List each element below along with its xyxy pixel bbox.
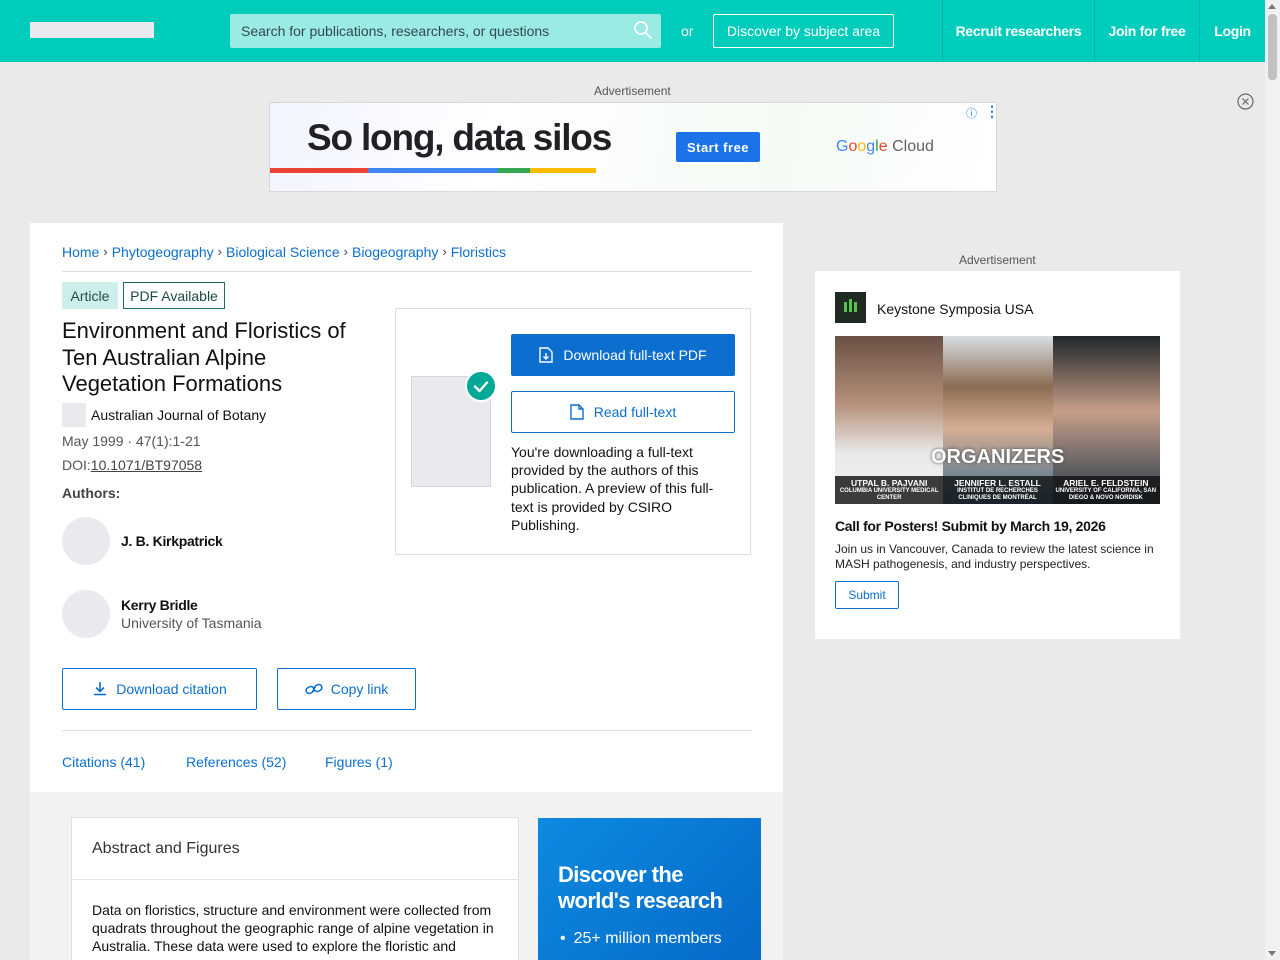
ad-start-free-button[interactable]: Start free	[676, 132, 760, 162]
download-citation-button[interactable]: Download citation	[62, 668, 257, 710]
copy-link-label: Copy link	[330, 681, 389, 697]
breadcrumb-floristics[interactable]: Floristics	[451, 244, 506, 271]
ad-body: Join us in Vancouver, Canada to review t…	[835, 542, 1154, 571]
promo-heading: Discover the world's research	[558, 862, 723, 913]
organizer-caption: JENNIFER L. ESTALL INSTITUT DE RECHERCHES…	[954, 478, 1041, 502]
publication-date: May 1999 · 47(1):1-21	[62, 433, 201, 449]
abstract-heading: Abstract and Figures	[92, 840, 240, 857]
ad-stripe-blue	[368, 168, 498, 173]
ad-brand: Google Cloud	[836, 138, 934, 155]
breadcrumb-biological-science[interactable]: Biological Science	[226, 244, 340, 271]
tab-figures[interactable]: Figures (1)	[325, 754, 393, 770]
download-pdf-label: Download full-text PDF	[563, 347, 707, 363]
chevron-right-icon: ›	[217, 244, 223, 259]
breadcrumb-biogeography[interactable]: Biogeography	[352, 244, 438, 271]
read-full-text-button[interactable]: Read full-text	[511, 391, 735, 433]
author-name[interactable]: J. B. Kirkpatrick	[121, 533, 223, 549]
site-logo[interactable]	[30, 22, 154, 38]
search-box	[230, 14, 661, 48]
discover-by-subject-button[interactable]: Discover by subject area	[713, 14, 894, 48]
ad-headline: So long, data silos	[307, 117, 612, 158]
chevron-right-icon: ›	[103, 244, 108, 259]
search-icon[interactable]	[633, 20, 653, 40]
ad-stripe-yellow	[530, 168, 596, 173]
divider	[62, 730, 752, 731]
organizer-caption: ARIEL E. FELDSTEIN UNIVERSITY OF CALIFORN…	[1055, 478, 1157, 502]
right-ad-label: Advertisement	[959, 253, 1036, 267]
link-icon	[305, 683, 323, 695]
ad-stripe-red	[270, 168, 368, 173]
download-citation-label: Download citation	[116, 681, 227, 697]
copy-link-button[interactable]: Copy link	[277, 668, 416, 710]
authors-label: Authors:	[62, 485, 121, 501]
ad-stripe-green	[498, 168, 530, 173]
author-name[interactable]: Kerry Bridle	[121, 597, 198, 613]
breadcrumb-home[interactable]: Home	[62, 244, 99, 271]
signup-promo[interactable]: Discover the world's research 25+ millio…	[538, 818, 761, 960]
content-section: Abstract and Figures Data on floristics,…	[30, 792, 783, 960]
breadcrumb: Home › Phytogeography › Biological Scien…	[62, 244, 752, 272]
divider	[72, 879, 518, 880]
doi: DOI:10.1071/BT97058	[62, 457, 202, 473]
sidebar-ad[interactable]: Keystone Symposia USA ORGANIZERS UTPAL B…	[815, 271, 1180, 639]
ad-headline: Call for Posters! Submit by March 19, 20…	[835, 518, 1106, 534]
tab-references[interactable]: References (52)	[186, 754, 286, 770]
scroll-down-arrow-icon[interactable]	[1268, 951, 1276, 956]
scrollbar-thumb[interactable]	[1268, 14, 1277, 80]
pdf-available-badge: PDF Available	[123, 282, 225, 309]
abstract-panel: Abstract and Figures Data on floristics,…	[71, 817, 519, 960]
read-full-text-label: Read full-text	[593, 404, 677, 420]
top-ad-label: Advertisement	[594, 84, 671, 98]
ad-submit-button[interactable]: Submit	[835, 581, 899, 609]
organizers-overlay: ORGANIZERS	[931, 446, 1065, 468]
journal-logo	[62, 403, 86, 427]
tab-citations[interactable]: Citations (41)	[62, 754, 145, 770]
file-icon	[570, 404, 584, 420]
ad-more-icon[interactable]: ⋮	[985, 103, 996, 120]
organizer-names: UTPAL B. PAJVANI COLUMBIA UNIVERSITY MEDI…	[835, 476, 1160, 504]
article-type-badge: Article	[62, 282, 118, 309]
ad-info-icon[interactable]: ⓘ	[966, 105, 977, 121]
close-ad-icon[interactable]	[1237, 93, 1254, 110]
search-input[interactable]	[230, 14, 630, 48]
chevron-right-icon: ›	[442, 244, 447, 259]
download-icon	[94, 682, 107, 696]
avatar[interactable]	[62, 517, 110, 565]
nav-recruit-researchers[interactable]: Recruit researchers	[942, 0, 1094, 62]
promo-bullet: 25+ million members	[560, 930, 722, 948]
journal-name[interactable]: Australian Journal of Botany	[91, 407, 266, 423]
download-note: You're downloading a full-text provided …	[511, 444, 714, 533]
download-full-text-pdf-button[interactable]: Download full-text PDF	[511, 334, 735, 376]
doi-link[interactable]: 10.1071/BT97058	[91, 457, 202, 473]
top-banner-ad[interactable]: So long, data silos Start free Google Cl…	[269, 102, 997, 192]
nav-join-for-free[interactable]: Join for free	[1094, 0, 1199, 62]
ad-image: ORGANIZERS UTPAL B. PAJVANI COLUMBIA UNIV…	[835, 336, 1160, 504]
sponsor-logo	[835, 292, 866, 323]
avatar[interactable]	[62, 590, 110, 638]
breadcrumb-phytogeography[interactable]: Phytogeography	[112, 244, 214, 271]
or-separator: or	[681, 23, 694, 39]
sponsor-name: Keystone Symposia USA	[877, 301, 1034, 317]
file-download-icon	[539, 347, 554, 363]
publication-title: Environment and Floristics of Ten Austra…	[62, 318, 346, 396]
checkmark-icon	[465, 370, 497, 402]
abstract-text: Data on floristics, structure and enviro…	[92, 902, 494, 960]
organizer-caption: UTPAL B. PAJVANI COLUMBIA UNIVERSITY MEDI…	[839, 478, 939, 502]
doi-label: DOI:	[62, 457, 91, 473]
nav-login[interactable]: Login	[1199, 0, 1265, 62]
scroll-up-arrow-icon[interactable]	[1268, 4, 1276, 9]
chevron-right-icon: ›	[343, 244, 348, 259]
full-text-download-box: Download full-text PDF Read full-text Yo…	[395, 308, 751, 555]
top-navigation-bar: or Discover by subject area Recruit rese…	[0, 0, 1265, 62]
page-scrollbar[interactable]	[1265, 0, 1280, 960]
author-affiliation: University of Tasmania	[121, 615, 262, 631]
